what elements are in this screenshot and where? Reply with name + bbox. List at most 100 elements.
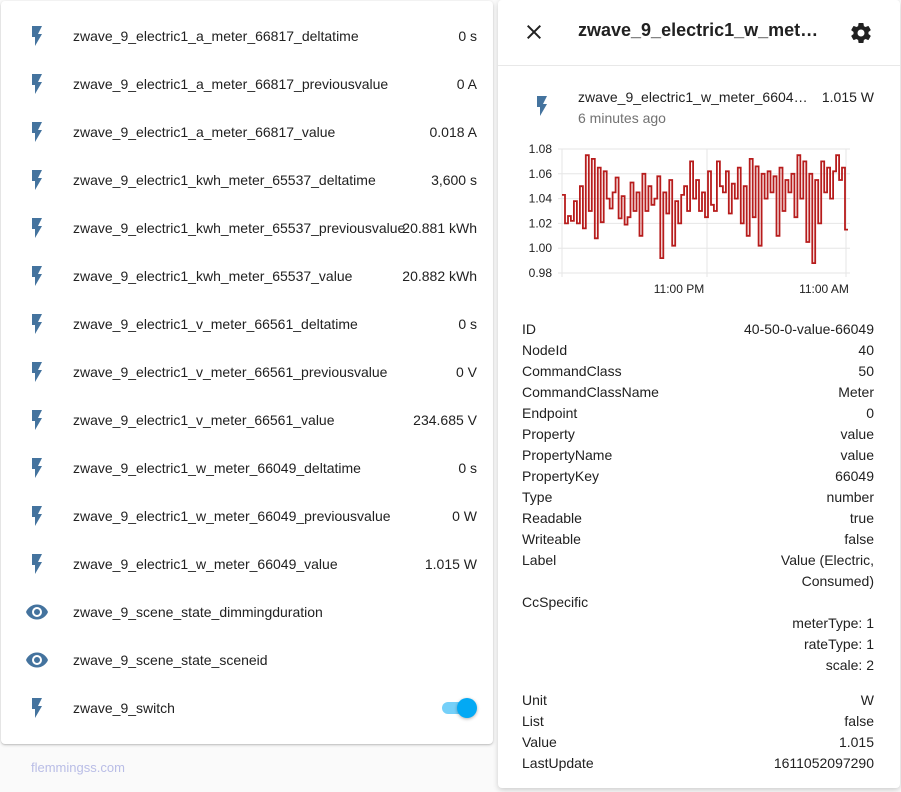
dialog-last-changed: 6 minutes ago <box>578 110 666 126</box>
attribute-key: PropertyName <box>522 447 613 463</box>
entity-name[interactable]: zwave_9_electric1_v_meter_66561_previous… <box>73 364 387 380</box>
flash-icon <box>25 120 49 144</box>
attribute-value-line: 40-50-0-value-66049 <box>744 321 874 337</box>
attribute-row: Endpoint 0 <box>522 403 874 424</box>
entity-state: 20.882 kWh <box>402 268 477 284</box>
entity-name[interactable]: zwave_9_electric1_kwh_meter_65537_value <box>73 268 352 284</box>
attribute-value-line: false <box>844 713 874 729</box>
entity-state: 0 s <box>458 28 477 44</box>
flash-icon <box>25 264 49 288</box>
watermark: flemmingss.com <box>31 760 125 775</box>
entity-state: 0 s <box>458 316 477 332</box>
y-tick-label: 0.98 <box>529 266 553 280</box>
entity-state: 234.685 V <box>413 412 477 428</box>
attribute-key: Value <box>522 734 557 750</box>
settings-button[interactable] <box>848 20 874 46</box>
entities-card: zwave_9_electric1_a_meter_66817_deltatim… <box>1 1 493 744</box>
attribute-value-line: 66049 <box>835 468 874 484</box>
y-tick-label: 1.06 <box>529 167 553 181</box>
entity-name[interactable]: zwave_9_electric1_kwh_meter_65537_previo… <box>73 220 405 236</box>
entity-row[interactable]: zwave_9_electric1_kwh_meter_65537_deltat… <box>1 156 493 204</box>
entity-row[interactable]: zwave_9_scene_state_dimmingduration <box>1 588 493 636</box>
entity-name[interactable]: zwave_9_electric1_a_meter_66817_value <box>73 124 335 140</box>
attribute-row: NodeId 40 <box>522 340 874 361</box>
entity-name[interactable]: zwave_9_electric1_w_meter_66049_deltatim… <box>73 460 361 476</box>
attribute-key: Readable <box>522 510 582 526</box>
entity-state: 20.881 kWh <box>402 220 477 236</box>
entity-name[interactable]: zwave_9_scene_state_sceneid <box>73 652 268 668</box>
switch-toggle[interactable] <box>440 698 477 718</box>
attribute-key: CommandClassName <box>522 384 659 400</box>
entity-name[interactable]: zwave_9_electric1_a_meter_66817_deltatim… <box>73 28 359 44</box>
entity-state: 0 W <box>452 508 477 524</box>
entity-row[interactable]: zwave_9_electric1_kwh_meter_65537_previo… <box>1 204 493 252</box>
close-button[interactable] <box>520 18 548 46</box>
attribute-row: PropertyName value <box>522 445 874 466</box>
entity-name[interactable]: zwave_9_switch <box>73 700 175 716</box>
entity-row[interactable]: zwave_9_electric1_w_meter_66049_deltatim… <box>1 444 493 492</box>
entity-row[interactable]: zwave_9_electric1_v_meter_66561_previous… <box>1 348 493 396</box>
entity-row[interactable]: zwave_9_scene_state_sceneid <box>1 636 493 684</box>
attribute-key: NodeId <box>522 342 568 358</box>
entity-name[interactable]: zwave_9_electric1_w_meter_66049_value <box>73 556 338 572</box>
gear-icon <box>851 23 871 43</box>
attribute-value: value <box>841 424 874 445</box>
attribute-value: 40 <box>858 340 874 361</box>
entity-row[interactable]: zwave_9_electric1_a_meter_66817_deltatim… <box>1 12 493 60</box>
attribute-value-line: 1611052097290 <box>773 755 874 771</box>
entity-name[interactable]: zwave_9_electric1_v_meter_66561_deltatim… <box>73 316 358 332</box>
attribute-row: LastUpdate 1611052097290 <box>522 753 874 774</box>
entity-row[interactable]: zwave_9_electric1_v_meter_66561_value 234… <box>1 396 493 444</box>
entity-row[interactable]: zwave_9_electric1_w_meter_66049_previous… <box>1 492 493 540</box>
entity-row[interactable]: zwave_9_switch <box>1 684 493 732</box>
attribute-value: Meter <box>838 382 874 403</box>
entity-name[interactable]: zwave_9_electric1_kwh_meter_65537_deltat… <box>73 172 376 188</box>
attribute-key: Endpoint <box>522 405 578 421</box>
attribute-value: false <box>844 711 874 732</box>
attributes-list: ID 40-50-0-value-66049 NodeId 40 CommandClas… <box>522 319 874 774</box>
attribute-row: Label Value (Electric, Consumed) <box>522 550 874 592</box>
series-line <box>562 154 848 264</box>
ccspecific-line: rateType: 1 <box>803 636 874 652</box>
entity-name[interactable]: zwave_9_electric1_v_meter_66561_value <box>73 412 335 428</box>
attribute-row: Unit W <box>522 690 874 711</box>
attribute-key: Type <box>522 489 553 505</box>
entity-row[interactable]: zwave_9_electric1_v_meter_66561_deltatim… <box>1 300 493 348</box>
flash-icon <box>25 312 49 336</box>
attribute-value-line: value <box>840 447 874 463</box>
flash-icon <box>25 504 49 528</box>
flash-icon <box>25 408 49 432</box>
entity-name[interactable]: zwave_9_scene_state_dimmingduration <box>73 604 323 620</box>
eye-icon <box>25 600 49 624</box>
y-tick-label: 1.02 <box>529 216 553 230</box>
attribute-key: Writeable <box>522 531 581 547</box>
attribute-value-line: Consumed) <box>801 573 874 589</box>
attribute-value: 1611052097290 <box>774 753 874 774</box>
entity-state: 0.018 A <box>429 124 478 140</box>
entity-row[interactable]: zwave_9_electric1_kwh_meter_65537_value 2… <box>1 252 493 300</box>
entity-row[interactable]: zwave_9_electric1_a_meter_66817_value 0.0… <box>1 108 493 156</box>
close-icon <box>527 25 541 39</box>
attribute-value-line: false <box>844 531 874 547</box>
attribute-value: 0 <box>866 403 874 424</box>
flash-icon <box>25 24 49 48</box>
attribute-value-line: 1.015 <box>838 734 874 750</box>
entity-name[interactable]: zwave_9_electric1_w_meter_66049_previous… <box>73 508 391 524</box>
entity-row[interactable]: zwave_9_electric1_a_meter_66817_previous… <box>1 60 493 108</box>
history-chart[interactable]: 1.08 1.06 1.04 1.02 1.00 0.98 11:00 PM 11:00 AM <box>516 138 886 303</box>
flash-icon <box>25 456 49 480</box>
entity-state: 3,600 s <box>431 172 477 188</box>
attribute-value-line: 40 <box>858 342 874 358</box>
dialog-title: zwave_9_electric1_w_meter_66049_value <box>578 20 828 40</box>
y-tick-label: 1.00 <box>529 241 553 255</box>
entity-state: 0 A <box>456 76 477 92</box>
attribute-key: LastUpdate <box>522 755 594 771</box>
attribute-key: ID <box>522 321 536 337</box>
entity-row[interactable]: zwave_9_electric1_w_meter_66049_value 1.0… <box>1 540 493 588</box>
attribute-key: List <box>522 713 544 729</box>
dialog-entity-name: zwave_9_electric1_w_meter_66049_value <box>578 89 808 105</box>
entity-name[interactable]: zwave_9_electric1_a_meter_66817_previous… <box>73 76 388 92</box>
attribute-value: value <box>841 445 874 466</box>
attribute-value: 40-50-0-value-66049 <box>744 319 874 340</box>
